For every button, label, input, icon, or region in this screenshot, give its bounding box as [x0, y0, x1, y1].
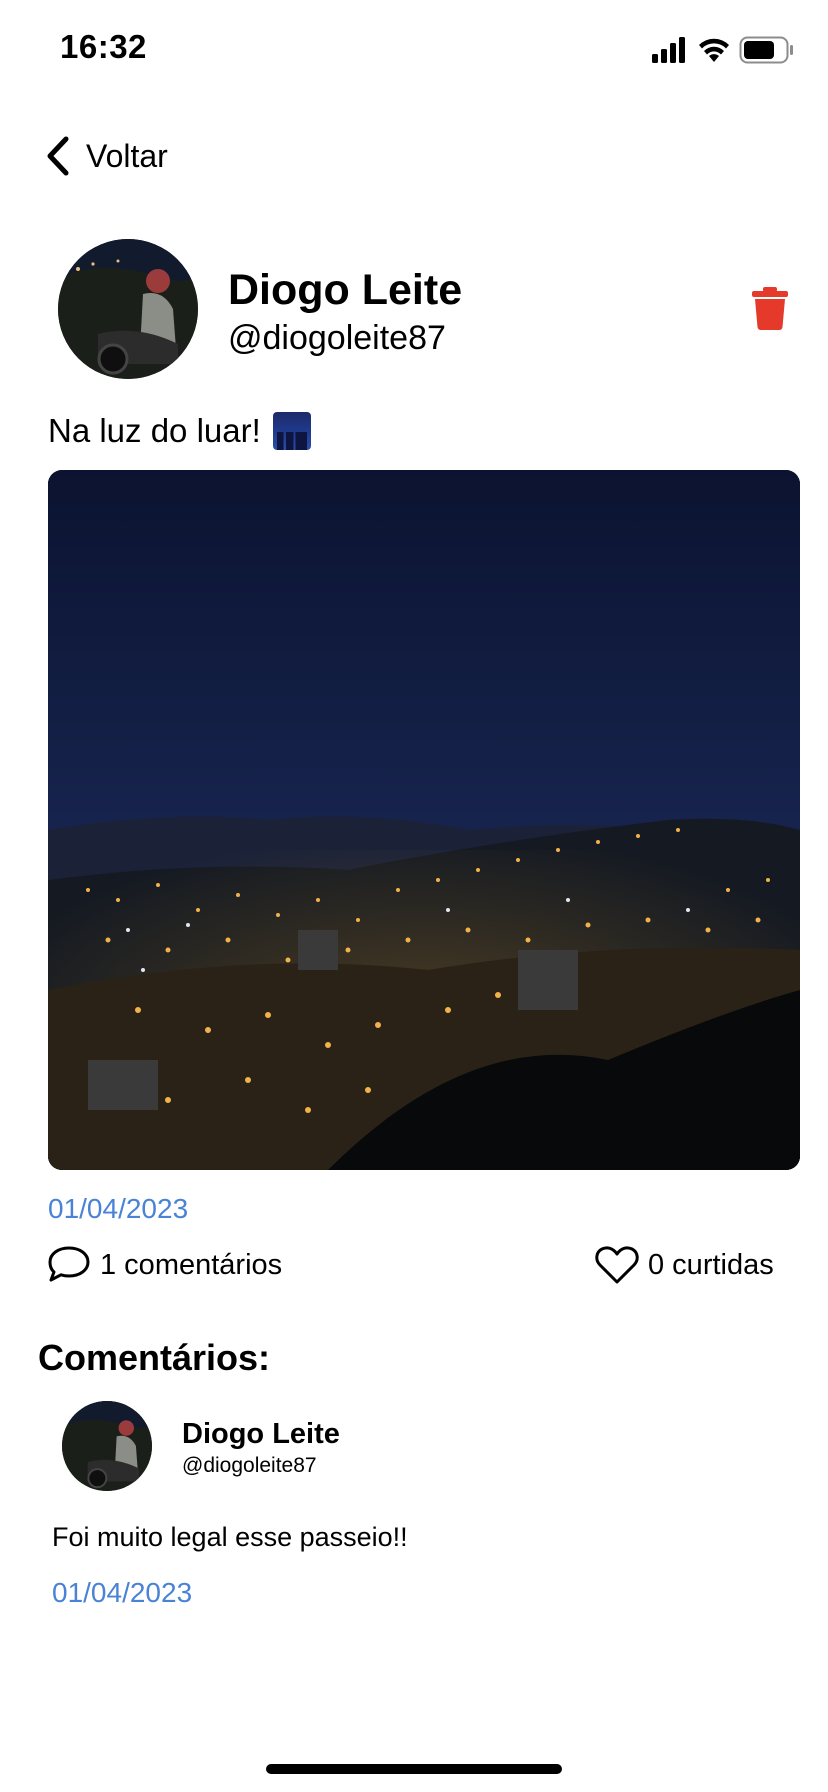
comments-count-label: 1 comentários	[100, 1248, 283, 1281]
comment-author-name[interactable]: Diogo Leite	[182, 1418, 340, 1451]
author-name[interactable]: Diogo Leite	[228, 266, 462, 315]
status-bar-time: 16:32	[60, 28, 147, 65]
comment-text: Foi muito legal esse passeio!!	[52, 1522, 408, 1552]
cellular-signal-icon	[652, 37, 685, 63]
comment-date: 01/04/2023	[52, 1577, 193, 1608]
comment-author-handle: @diogoleite87	[182, 1454, 317, 1477]
trash-icon	[752, 287, 788, 330]
post-image[interactable]	[48, 470, 800, 1170]
home-indicator[interactable]	[266, 1764, 562, 1774]
back-button[interactable]: Voltar	[44, 134, 168, 178]
likes-count-label: 0 curtidas	[648, 1248, 774, 1281]
post-image-graphic	[48, 470, 800, 1170]
speech-bubble-icon	[48, 1246, 90, 1282]
heart-icon	[595, 1246, 639, 1284]
comment-author-avatar[interactable]	[62, 1401, 152, 1491]
post-date: 01/04/2023	[48, 1193, 189, 1224]
back-button-label: Voltar	[86, 137, 168, 174]
wifi-icon	[699, 38, 729, 62]
night-city-emoji	[272, 412, 311, 450]
like-button[interactable]: 0 curtidas	[594, 1244, 774, 1286]
delete-post-button[interactable]	[750, 286, 790, 330]
author-handle: @diogoleite87	[228, 319, 446, 357]
author-avatar[interactable]	[58, 239, 198, 379]
post-caption: Na luz do luar!	[48, 412, 311, 450]
status-bar-icons	[652, 36, 794, 64]
battery-icon	[739, 36, 793, 64]
chevron-left-icon	[47, 136, 69, 176]
post-caption-text: Na luz do luar!	[48, 412, 261, 449]
comments-count-button[interactable]: 1 comentários	[46, 1244, 282, 1286]
comments-section-title: Comentários:	[38, 1337, 271, 1378]
